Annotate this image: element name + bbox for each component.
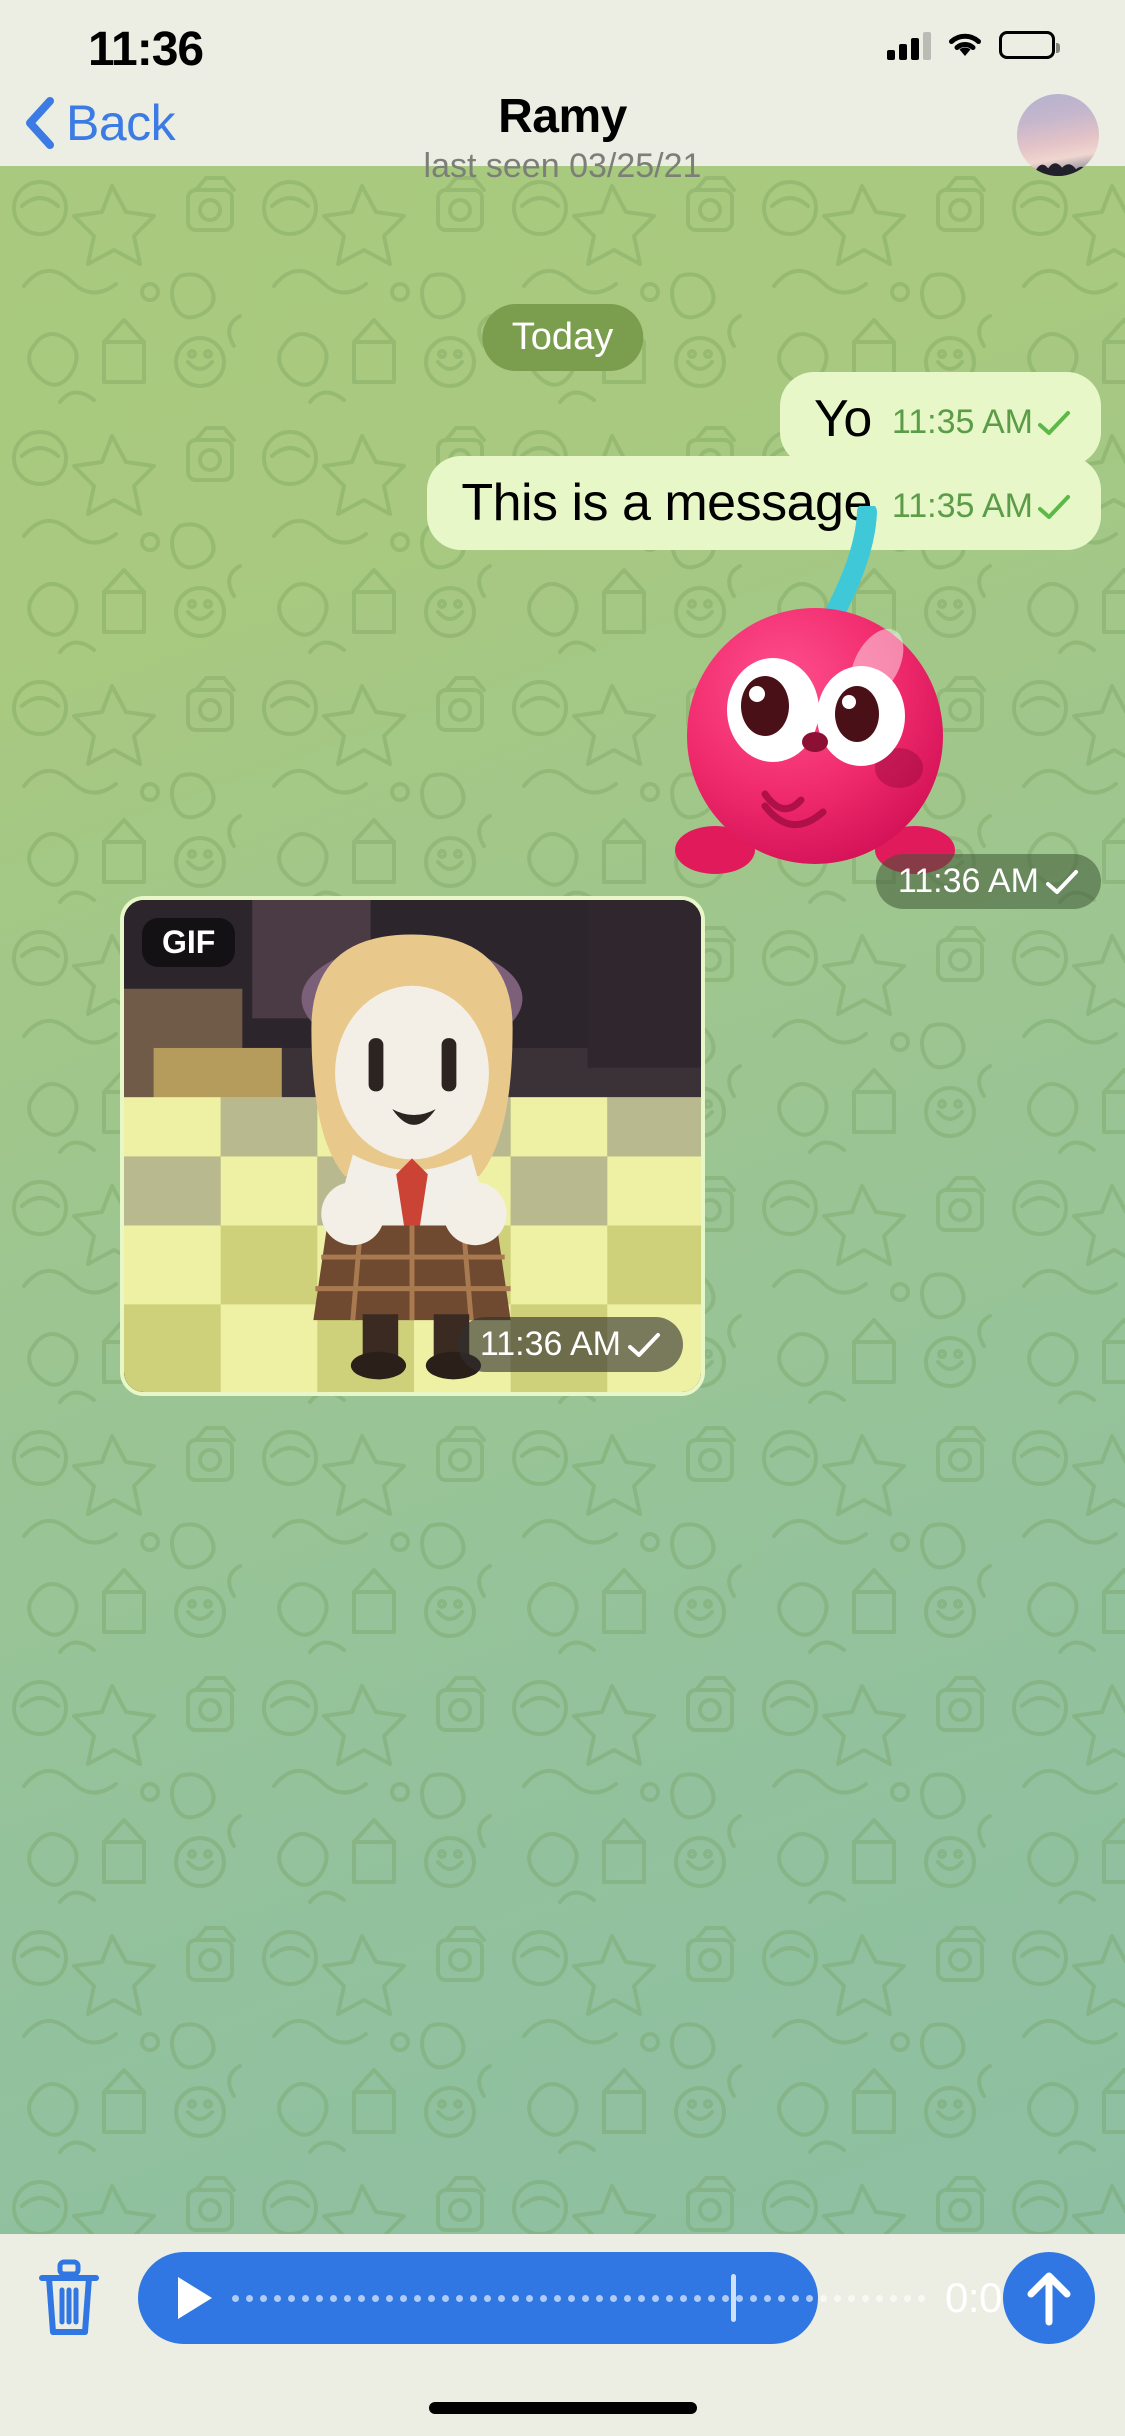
trash-icon[interactable] [34,2258,104,2338]
chat-message-area[interactable]: Today Yo 11:35 AM This is a message 11:3… [0,166,1125,2234]
message-time: 11:36 AM [479,1325,621,1363]
status-bar-icons [887,30,1060,60]
chevron-left-icon [26,97,54,149]
wifi-icon [949,33,981,56]
cherry-character-sticker[interactable] [615,506,1015,906]
gif-message[interactable]: GIF 11:36 AM [120,896,705,1396]
cellular-signal-icon [887,30,931,60]
phone-screen: 11:36 Back Ramy last seen 03/25/21 Today… [0,0,1125,2436]
play-icon[interactable] [178,2277,212,2319]
message-bubble-outgoing[interactable]: Yo 11:35 AM [780,372,1101,466]
navigation-bar: Back Ramy last seen 03/25/21 [0,88,1125,185]
arrow-up-icon [1027,2272,1071,2326]
voice-player[interactable]: 0:05 [138,2252,1025,2344]
tree-silhouette [1017,163,1099,176]
message-text: Yo [814,390,872,448]
single-check-icon [1046,869,1078,894]
message-time: 11:35 AM [891,403,1033,441]
home-indicator [428,2402,697,2414]
back-button[interactable]: Back [22,94,176,152]
playhead[interactable] [730,2274,736,2322]
message-time: 11:36 AM [897,862,1039,900]
battery-full-icon [999,31,1060,59]
status-bar-clock: 11:36 [88,23,204,76]
message-meta: 11:36 AM [875,854,1101,909]
avatar[interactable] [1017,94,1099,176]
date-badge: Today [481,304,644,371]
waveform-dots [232,2294,925,2302]
waveform-scrubber[interactable] [232,2268,925,2328]
back-button-label: Back [66,95,176,151]
message-meta: 11:36 AM [457,1317,683,1372]
voice-message-bar: 0:05 [0,2234,1125,2436]
single-check-icon [1038,494,1070,519]
single-check-icon [1038,410,1070,435]
gif-badge: GIF [142,918,236,967]
send-button[interactable] [1003,2252,1095,2344]
status-bar: 11:36 [0,0,1125,88]
single-check-icon [628,1332,660,1357]
message-meta: 11:35 AM [892,403,1071,448]
